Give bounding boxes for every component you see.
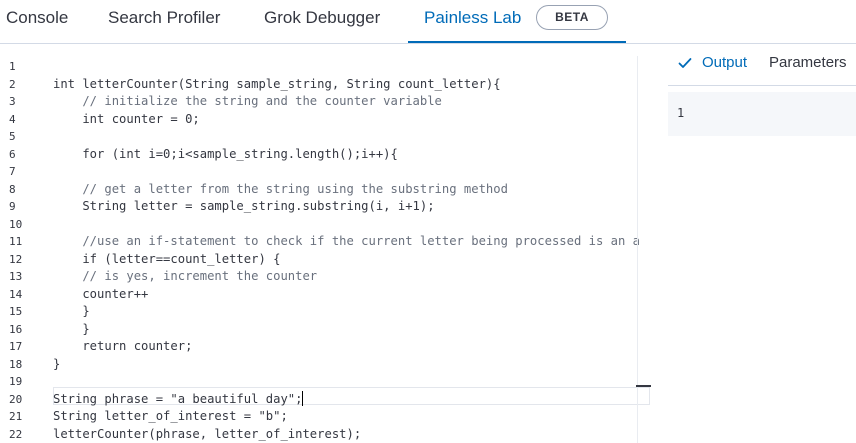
line-number: 18 [9,357,23,371]
line-number: 7 [9,165,16,178]
output-value: 1 [677,106,685,120]
tab-parameters[interactable]: Parameters [769,53,847,73]
line-number: 10 [9,217,23,231]
tab-search-profiler[interactable]: Search Profiler [108,0,220,44]
code-line: counter++ [53,286,149,301]
code-line: letterCounter(phrase, letter_of_interest… [53,426,362,441]
line-number: 21 [9,410,23,423]
line-number: 17 [9,340,23,353]
line-number: 13 [9,270,23,283]
line-number: 3 [9,95,16,108]
code-line: if (letter==count_letter) { [53,251,281,266]
line-number: 2 [9,77,16,91]
code-area[interactable]: int letterCounter(String sample_string, … [53,44,650,443]
line-number: 22 [9,427,23,441]
code-line: int letterCounter(String sample_string, … [53,76,501,91]
code-line: String letter_of_interest = "b"; [53,409,288,423]
line-number: 8 [9,182,16,196]
line-number: 16 [9,322,23,336]
line-number-gutter: 1 2 3 4 5 6 7 8 9 10 11 12 13 14 15 16 1… [0,44,44,443]
output-result-box: 1 [668,92,856,136]
code-line: return counter; [53,339,193,353]
code-line-text: String phrase = "a beautiful day"; [53,391,303,406]
line-number: 6 [9,147,16,161]
code-comment: //use an if-statement to check if the cu… [53,234,640,248]
top-tabs: Console Search Profiler Grok Debugger Pa… [0,0,856,44]
line-number: 9 [9,200,16,213]
code-line: } [53,304,90,318]
code-line: } [53,356,61,371]
line-number: 20 [9,392,23,406]
line-number: 12 [9,252,23,266]
line-number: 15 [9,305,23,318]
line-number: 19 [9,375,23,388]
check-icon [678,58,692,68]
line-number: 14 [9,287,23,301]
line-number: 4 [9,112,16,126]
line-number: 11 [9,235,23,248]
tab-painless-lab[interactable]: Painless Lab [424,0,521,44]
code-editor[interactable]: 1 2 3 4 5 6 7 8 9 10 11 12 13 14 15 16 1… [0,44,652,443]
code-line: } [53,321,90,336]
output-panel: Output Parameters 1 [668,44,856,443]
beta-badge: BETA [536,5,608,30]
code-line: int counter = 0; [53,111,200,126]
tab-console[interactable]: Console [6,0,68,44]
active-tab-indicator [408,41,626,43]
code-line: for (int i=0;i<sample_string.length();i+… [53,146,398,161]
line-number: 1 [9,60,16,73]
code-comment: // is yes, increment the counter [53,269,318,283]
line-number: 5 [9,130,16,143]
tab-grok-debugger[interactable]: Grok Debugger [264,0,380,44]
cursor-position-marker [636,385,651,387]
tab-output[interactable]: Output [702,53,747,73]
code-comment: // initialize the string and the counter… [53,94,442,108]
code-line-active: String phrase = "a beautiful day"; [53,390,304,409]
code-comment: // get a letter from the string using th… [53,181,508,196]
text-cursor [302,390,304,406]
code-line: String letter = sample_string.substring(… [53,199,435,213]
output-panel-tabs: Output Parameters [668,44,856,86]
